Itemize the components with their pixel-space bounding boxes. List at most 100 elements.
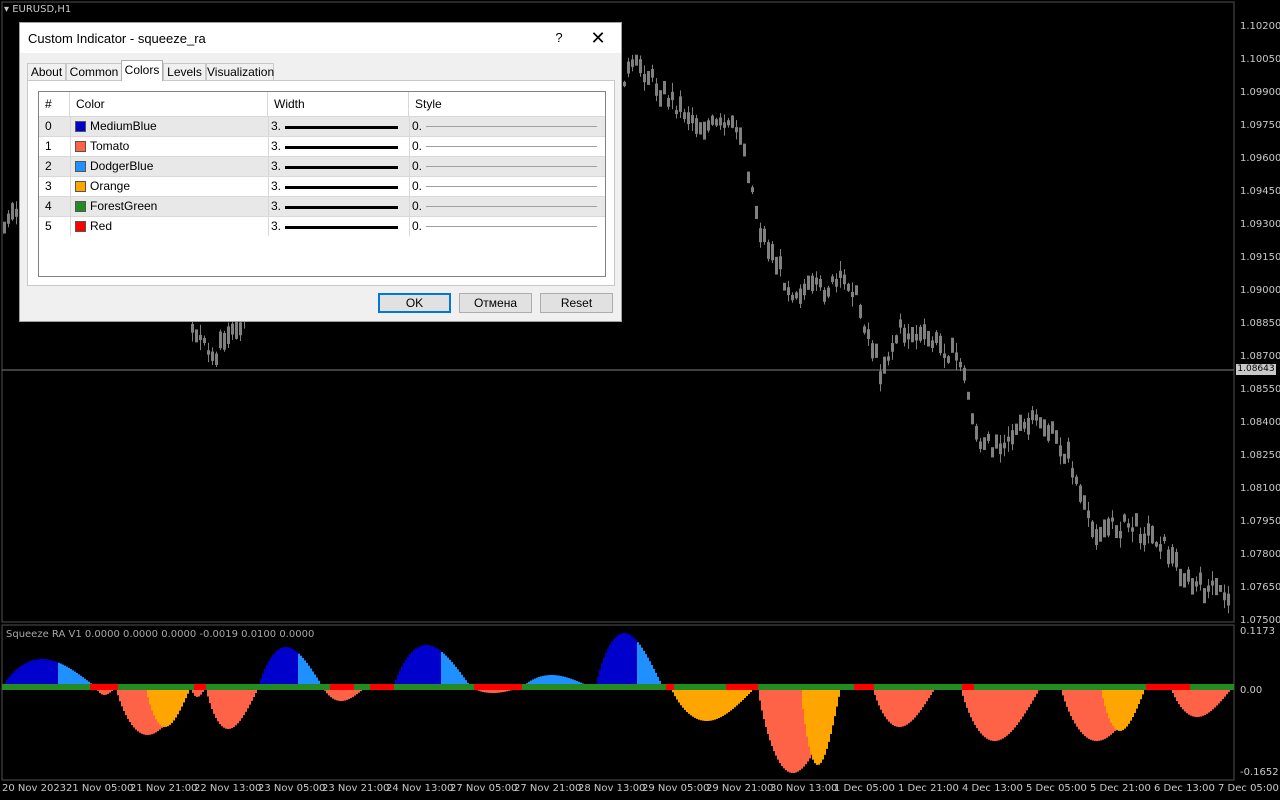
histogram-bar	[968, 687, 970, 713]
table-row[interactable]: 2 DodgerBlue 3. 0.	[39, 156, 605, 176]
histogram-bar	[54, 661, 56, 687]
histogram-bar	[902, 687, 904, 727]
table-row[interactable]: 0 MediumBlue 3. 0.	[39, 116, 605, 136]
squeeze-dot	[814, 684, 818, 690]
histogram-bar	[769, 687, 771, 741]
squeeze-dot	[1218, 684, 1222, 690]
histogram-bar	[623, 633, 625, 687]
reset-button[interactable]: Reset	[540, 293, 613, 313]
histogram-bar	[1068, 687, 1070, 712]
histogram-bar	[1194, 687, 1196, 717]
color-name[interactable]: Orange	[90, 177, 260, 196]
histogram-bar	[894, 687, 896, 727]
tab-visualization[interactable]: Visualization	[206, 63, 274, 80]
squeeze-dot	[1022, 684, 1026, 690]
histogram-bar	[419, 646, 421, 687]
candle-body	[747, 171, 750, 184]
color-swatch[interactable]	[75, 141, 86, 152]
histogram-bar	[411, 652, 413, 687]
column-header-width[interactable]: Width	[268, 92, 409, 116]
histogram-bar	[1108, 687, 1110, 719]
squeeze-dot	[750, 684, 754, 690]
color-name[interactable]: Tomato	[90, 137, 260, 156]
histogram-bar	[24, 663, 26, 687]
squeeze-dot	[870, 684, 874, 690]
tab-about[interactable]: About	[27, 63, 66, 80]
squeeze-dot	[410, 684, 414, 690]
squeeze-dot	[858, 684, 862, 690]
table-row[interactable]: 1 Tomato 3. 0.	[39, 136, 605, 156]
width-value[interactable]: 3.	[271, 217, 285, 236]
color-name[interactable]: DodgerBlue	[90, 157, 260, 176]
squeeze-dot	[530, 684, 534, 690]
style-value[interactable]: 0.	[412, 217, 426, 236]
histogram-bar	[994, 687, 996, 741]
candle-body	[887, 356, 890, 361]
histogram-bar	[984, 687, 986, 738]
histogram-bar	[906, 687, 908, 725]
column-header-style[interactable]: Style	[409, 92, 605, 116]
color-name[interactable]: ForestGreen	[90, 197, 260, 216]
squeeze-dot	[218, 684, 222, 690]
tab-colors[interactable]: Colors	[121, 60, 163, 81]
help-button[interactable]: ?	[548, 27, 570, 49]
candle-body	[223, 332, 226, 350]
style-value[interactable]: 0.	[412, 137, 426, 156]
price-tick-label: 1.08550	[1240, 384, 1280, 395]
column-header-num[interactable]: #	[39, 92, 70, 116]
color-name[interactable]: Red	[90, 217, 260, 236]
squeeze-dot	[178, 684, 182, 690]
price-tick-label: 1.07950	[1240, 516, 1280, 527]
width-value[interactable]: 3.	[271, 177, 285, 196]
close-icon[interactable]: ✕	[586, 27, 610, 49]
candle-body	[3, 221, 6, 234]
color-swatch[interactable]	[75, 201, 86, 212]
width-value[interactable]: 3.	[271, 197, 285, 216]
width-value[interactable]: 3.	[271, 157, 285, 176]
style-value[interactable]: 0.	[412, 117, 426, 136]
histogram-bar	[684, 687, 686, 710]
color-swatch[interactable]	[75, 161, 86, 172]
color-swatch[interactable]	[75, 121, 86, 132]
histogram-bar	[789, 687, 791, 773]
squeeze-dot	[10, 684, 14, 690]
candle-body	[875, 343, 878, 358]
style-value[interactable]: 0.	[412, 157, 426, 176]
cancel-button[interactable]: Отмена	[459, 293, 532, 313]
histogram-bar	[455, 666, 457, 687]
ok-button[interactable]: OK	[378, 293, 451, 313]
candle-body	[923, 324, 926, 340]
width-value[interactable]: 3.	[271, 137, 285, 156]
table-row[interactable]: 5 Red 3. 0.	[39, 216, 605, 236]
squeeze-dot	[1198, 684, 1202, 690]
squeeze-dot	[418, 684, 422, 690]
color-swatch[interactable]	[75, 221, 86, 232]
time-tick-label: 23 Nov 21:00	[322, 783, 390, 794]
width-value[interactable]: 3.	[271, 117, 285, 136]
histogram-bar	[822, 687, 824, 760]
dropdown-arrow-icon[interactable]: ▾	[4, 4, 9, 15]
color-swatch[interactable]	[75, 181, 86, 192]
candle-body	[683, 112, 686, 120]
table-row[interactable]: 4 ForestGreen 3. 0.	[39, 196, 605, 216]
candle-body	[1223, 592, 1226, 601]
color-name[interactable]: MediumBlue	[90, 117, 260, 136]
squeeze-dot	[358, 684, 362, 690]
histogram-bar	[702, 687, 704, 721]
histogram-bar	[433, 646, 435, 687]
time-tick-label: 20 Nov 2023	[2, 783, 67, 794]
tab-levels[interactable]: Levels	[163, 63, 206, 80]
column-header-color[interactable]: Color	[70, 92, 268, 116]
histogram-bar	[830, 687, 832, 734]
custom-indicator-dialog[interactable]: Custom Indicator - squeeze_ra ? ✕ About …	[19, 22, 622, 322]
style-value[interactable]: 0.	[412, 177, 426, 196]
table-row[interactable]: 3 Orange 3. 0.	[39, 176, 605, 196]
histogram-bar	[1096, 687, 1098, 741]
style-line-icon	[426, 166, 597, 167]
histogram-bar	[270, 657, 272, 687]
style-value[interactable]: 0.	[412, 197, 426, 216]
histogram-bar	[781, 687, 783, 766]
tab-common[interactable]: Common	[66, 63, 122, 80]
dialog-titlebar[interactable]: Custom Indicator - squeeze_ra ? ✕	[20, 23, 621, 53]
histogram-bar	[125, 687, 127, 716]
